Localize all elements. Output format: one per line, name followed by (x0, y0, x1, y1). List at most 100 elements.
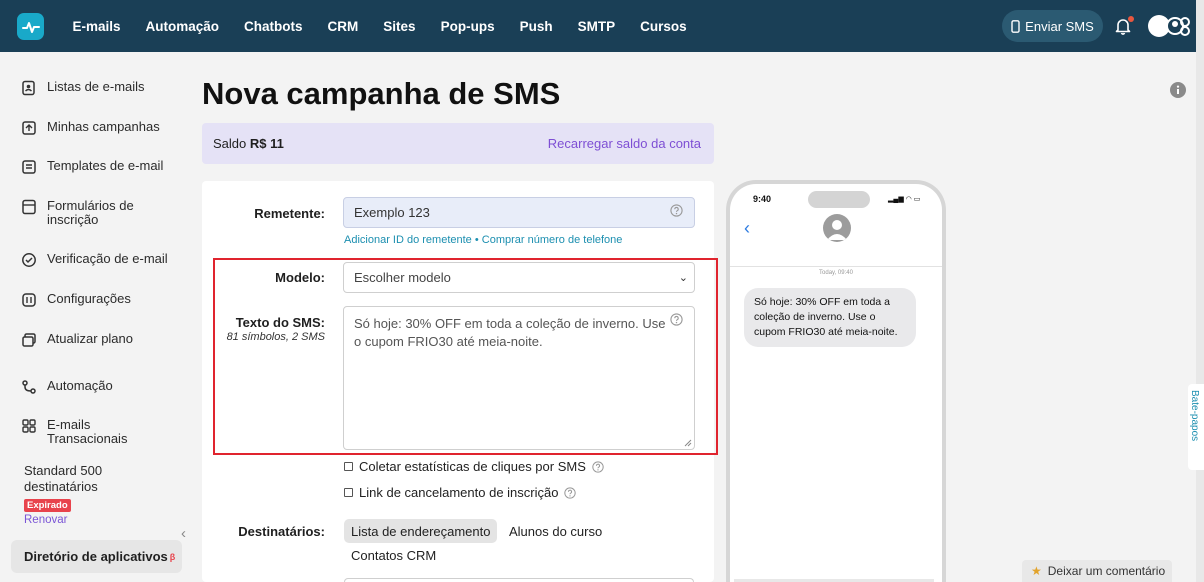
sender-value: Exemplo 123 (354, 205, 430, 220)
sidebar-item-signup-forms[interactable]: Formulários de inscrição (21, 199, 171, 227)
collapse-sidebar-icon[interactable]: ‹ (181, 525, 186, 542)
send-sms-label: Enviar SMS (1025, 18, 1094, 34)
sidebar-item-label: E-mails Transacionais (47, 417, 128, 446)
sidebar-item-label: Atualizar plano (47, 331, 133, 346)
sidebar-item-email-verification[interactable]: Verificação de e-mail (21, 252, 168, 268)
nav-item-automacao[interactable]: Automação (146, 19, 220, 34)
notification-dot (1128, 16, 1134, 22)
template-label: Modelo: (275, 270, 325, 285)
recharge-balance-link[interactable]: Recarregar saldo da conta (548, 136, 701, 151)
sender-field[interactable]: Exemplo 123 (343, 197, 695, 228)
sidebar-item-label: Automação (47, 378, 113, 393)
nav-item-chatbots[interactable]: Chatbots (244, 19, 303, 34)
beta-badge: β (169, 551, 176, 562)
sidebar-item-transactional-emails[interactable]: E-mails Transacionais (21, 418, 151, 446)
buy-phone-number-link[interactable]: Comprar número de telefone (482, 234, 623, 246)
template-select-value: Escolher modelo (354, 270, 451, 285)
phone-status-icons: ▂▄▆ ◠ ▭ (888, 196, 921, 203)
phone-notch (808, 191, 870, 208)
checkbox-box[interactable] (344, 462, 353, 471)
expired-badge: Expirado (24, 499, 71, 512)
sidebar: Listas de e-mails Minhas campanhas Templ… (0, 52, 196, 582)
sender-label: Remetente: (254, 206, 325, 221)
sidebar-item-label: Formulários de inscrição (47, 198, 134, 227)
chat-tab[interactable]: Bate-papos (1188, 384, 1204, 470)
settings-icon (22, 293, 36, 307)
phone-clock: 9:40 (753, 194, 772, 204)
nav-item-crm[interactable]: CRM (328, 19, 359, 34)
leave-comment-label: Deixar um comentário (1047, 564, 1166, 578)
contact-list-icon (22, 80, 35, 96)
template-select[interactable]: Escolher modelo ⌄ (343, 262, 695, 293)
plan-info: Standard 500 destinatários (24, 463, 103, 494)
account-menu-icon[interactable] (1166, 14, 1192, 38)
sms-counter: 81 símbolos, 2 SMS (226, 331, 325, 343)
next-field-edge (344, 578, 694, 582)
message-date: Today, 09:40 (819, 270, 853, 276)
nav-item-smtp[interactable]: SMTP (578, 19, 616, 34)
star-icon: ★ (1031, 564, 1042, 578)
resize-handle-icon[interactable] (684, 439, 692, 447)
leave-comment-button[interactable]: ★ Deixar um comentário (1022, 560, 1172, 582)
sidebar-item-email-templates[interactable]: Templates de e-mail (21, 159, 163, 175)
top-navigation-bar: E-mails Automação Chatbots CRM Sites Pop… (0, 0, 1204, 52)
sender-links: Adicionar ID do remetente • Comprar núme… (344, 234, 622, 246)
nav-item-popups[interactable]: Pop-ups (441, 19, 495, 34)
balance-text: Saldo R$ 11 (213, 136, 284, 151)
help-icon[interactable] (670, 313, 683, 326)
sidebar-item-email-lists[interactable]: Listas de e-mails (21, 80, 145, 96)
recipients-label: Destinatários: (238, 524, 325, 539)
form-icon (22, 199, 36, 215)
send-sms-button[interactable]: Enviar SMS (1002, 10, 1103, 42)
recipient-option-course-students[interactable]: Alunos do curso (509, 524, 602, 539)
sidebar-item-label: Listas de e-mails (47, 79, 145, 94)
balance-value: R$ 11 (249, 136, 284, 151)
grid-icon (22, 419, 36, 433)
sidebar-item-automation[interactable]: Automação (21, 379, 113, 395)
sidebar-item-label: Verificação de e-mail (47, 251, 168, 266)
recipient-option-mailing-list[interactable]: Lista de endereçamento (344, 519, 498, 543)
main-nav: E-mails Automação Chatbots CRM Sites Pop… (60, 0, 699, 52)
sms-text-area[interactable]: Só hoje: 30% OFF em toda a coleção de in… (343, 306, 695, 450)
nav-item-emails[interactable]: E-mails (73, 19, 121, 34)
sendpulse-logo-icon[interactable] (17, 13, 44, 40)
info-icon[interactable] (1170, 82, 1186, 98)
check-circle-icon (22, 253, 36, 267)
collect-stats-label: Coletar estatísticas de cliques por SMS (359, 459, 586, 474)
nav-item-cursos[interactable]: Cursos (640, 19, 687, 34)
checkbox-box[interactable] (344, 488, 353, 497)
campaign-icon (22, 121, 36, 135)
sms-message-bubble: Só hoje: 30% OFF em toda a coleção de in… (744, 288, 916, 347)
app-directory-label: Diretório de aplicativos (24, 549, 168, 564)
sidebar-item-settings[interactable]: Configurações (21, 292, 131, 308)
help-icon[interactable] (564, 486, 577, 499)
sidebar-item-upgrade-plan[interactable]: Atualizar plano (21, 332, 133, 348)
sidebar-item-label: Minhas campanhas (47, 119, 160, 134)
sms-phone-preview: 9:40 ▂▄▆ ◠ ▭ ‹ Today, 09:40 Só hoje: 30%… (726, 180, 946, 582)
page-title: Nova campanha de SMS (202, 76, 561, 111)
help-icon[interactable] (670, 204, 683, 217)
phone-header-divider (730, 266, 942, 267)
sidebar-item-label: Templates de e-mail (47, 158, 164, 173)
unsubscribe-link-checkbox[interactable]: Link de cancelamento de inscrição (344, 485, 577, 500)
upgrade-icon (22, 333, 36, 347)
phone-icon (1011, 19, 1020, 33)
app-directory-button[interactable]: Diretório de aplicativos β (11, 540, 182, 573)
sidebar-item-my-campaigns[interactable]: Minhas campanhas (21, 120, 160, 136)
back-chevron-icon: ‹ (744, 218, 750, 238)
sms-text-value: Só hoje: 30% OFF em toda a coleção de in… (354, 316, 666, 349)
chevron-down-icon: ⌄ (678, 272, 688, 284)
renew-link[interactable]: Renovar (24, 514, 67, 526)
collect-click-stats-checkbox[interactable]: Coletar estatísticas de cliques por SMS (344, 459, 604, 474)
recipient-option-crm-contacts[interactable]: Contatos CRM (351, 548, 436, 563)
nav-item-sites[interactable]: Sites (383, 19, 415, 34)
chat-tab-label: Bate-papos (1189, 390, 1200, 442)
links-separator: • (474, 234, 479, 246)
sidebar-item-label: Configurações (47, 291, 131, 306)
nav-item-push[interactable]: Push (520, 19, 553, 34)
unsubscribe-link-label: Link de cancelamento de inscrição (359, 485, 559, 500)
page-scrollbar[interactable] (1196, 0, 1204, 582)
add-sender-id-link[interactable]: Adicionar ID do remetente (344, 234, 472, 246)
sms-text-label: Texto do SMS: (235, 315, 325, 330)
help-icon[interactable] (592, 460, 604, 473)
